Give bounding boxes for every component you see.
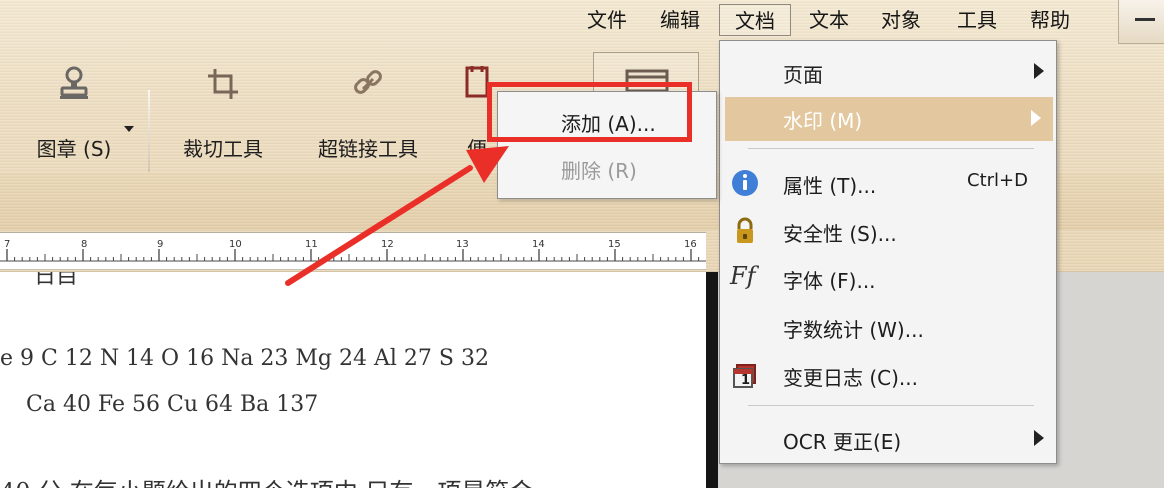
link-icon [354,70,382,94]
document-line-2: Ca 40 Fe 56 Cu 64 Ba 137 [26,392,319,417]
chevron-down-icon [124,126,134,132]
menu-tools[interactable]: 工具 [952,0,1002,40]
menu-row-ocr-correction-label: OCR 更正(E) [783,430,902,454]
menu-row-font-label: 字体 (F)... [783,269,876,293]
font-icon: Ff [730,262,756,290]
lock-icon [737,217,753,243]
submenu-arrow-icon [1034,63,1044,79]
crop-icon [208,69,238,99]
document-line-top: 日目 [34,272,79,289]
menu-separator [748,148,1034,149]
stamp-dropdown[interactable] [122,121,136,145]
properties-shortcut: Ctrl+D [967,170,1028,191]
ruler-number-7: 7 [4,239,11,250]
menu-row-properties-label: 属性 (T)... [783,174,877,198]
document-line-bottom: 40 分 在每小题给出的四个选项中 只有一项是符合 [0,472,533,488]
ruler-number-9: 9 [157,239,164,250]
minimize-icon [1135,18,1155,21]
menu-row-ocr-correction[interactable]: OCR 更正(E) [720,426,1056,460]
menu-object[interactable]: 对象 [876,0,926,40]
highlight-box [487,82,692,142]
stamp-label: 图章 (S) [36,137,112,161]
page-edge [706,272,718,488]
menu-text[interactable]: 文本 [805,0,853,40]
menu-row-page-label: 页面 [783,63,823,87]
annotation-arrow-icon [285,146,509,286]
ruler-number-16: 16 [684,239,697,250]
menu-row-word-count-label: 字数统计 (W)... [783,318,924,342]
calendar-icon-number: 1 [741,373,751,388]
menu-row-change-log-label: 变更日志 (C)... [783,366,918,390]
menu-row-security[interactable]: 安全性 (S)... [720,217,1056,252]
document-line-1: e 9 C 12 N 14 O 16 Na 23 Mg 24 Al 27 S 3… [0,346,489,371]
calendar-icon: 1 [730,360,760,390]
menu-row-font[interactable]: Ff 字体 (F)... [720,262,1056,299]
minimize-button[interactable] [1118,0,1164,44]
crop-tool[interactable]: 裁切工具 [169,64,277,172]
ruler-number-15: 15 [608,239,621,250]
menu-row-security-label: 安全性 (S)... [783,222,897,246]
menu-document[interactable]: 文档 [719,4,791,36]
info-icon [732,170,758,196]
menu-row-watermark-label: 水印 (M) [783,109,863,133]
menu-row-word-count[interactable]: 字数统计 (W)... [720,314,1056,348]
ruler-number-8: 8 [81,239,88,250]
ruler-number-10: 10 [229,239,242,250]
document-menu[interactable]: 页面 水印 (M) 属性 (T)... Ctrl+D 安全性 (S)... Ff… [719,40,1057,464]
menu-separator [748,405,1034,406]
menu-row-watermark[interactable]: 水印 (M) [725,97,1053,141]
menu-row-properties[interactable]: 属性 (T)... Ctrl+D [720,170,1056,204]
submenu-arrow-icon [1031,110,1041,126]
menu-row-page[interactable]: 页面 [720,59,1056,93]
menu-row-change-log[interactable]: 1 变更日志 (C)... [720,362,1056,396]
menu-file[interactable]: 文件 [584,0,630,40]
submenu-arrow-icon [1034,430,1044,446]
menu-edit[interactable]: 编辑 [656,0,704,40]
stamp-icon [60,66,88,99]
stamp-tool[interactable]: 图章 (S) [20,64,128,172]
watermark-delete-label: 删除 (R) [561,159,637,183]
crop-label: 裁切工具 [183,137,263,161]
menu-bar: 文件 编辑 文档 文本 对象 工具 帮助 [0,0,1164,44]
menu-help[interactable]: 帮助 [1025,0,1075,40]
document-page: 日目 e 9 C 12 N 14 O 16 Na 23 Mg 24 Al 27 … [0,272,706,488]
